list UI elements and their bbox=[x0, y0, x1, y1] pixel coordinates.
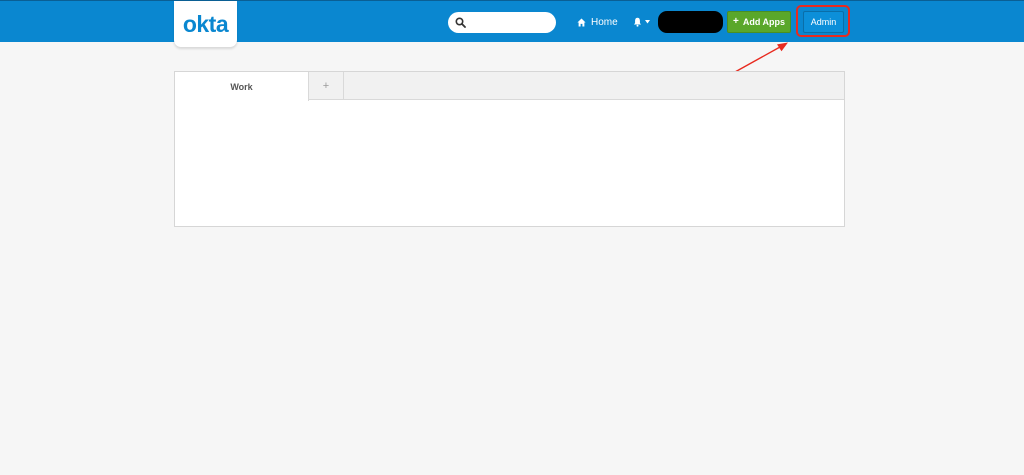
tab-strip: Work + bbox=[175, 72, 844, 101]
search-icon bbox=[455, 17, 466, 28]
home-link[interactable]: Home bbox=[577, 15, 618, 29]
tab-work-label: Work bbox=[230, 81, 253, 92]
notifications-menu[interactable] bbox=[633, 15, 650, 29]
caret-down-icon bbox=[645, 20, 650, 24]
add-tab-icon: + bbox=[322, 80, 330, 92]
tab-work[interactable]: Work bbox=[175, 72, 309, 101]
add-apps-button[interactable]: + Add Apps bbox=[727, 11, 791, 33]
logo-text: okta bbox=[182, 10, 229, 37]
add-apps-label: Add Apps bbox=[742, 17, 785, 27]
okta-logo[interactable]: okta bbox=[174, 1, 237, 47]
home-label: Home bbox=[591, 16, 618, 28]
dashboard-panel: Work + bbox=[174, 71, 845, 227]
user-menu-redacted[interactable] bbox=[658, 11, 723, 33]
top-navigation-bar: okta Home + Add Apps Admin bbox=[0, 0, 1024, 47]
search-input[interactable] bbox=[448, 12, 556, 33]
add-tab-button[interactable]: + bbox=[309, 72, 344, 100]
bell-icon bbox=[633, 17, 642, 27]
plus-icon: + bbox=[732, 16, 739, 27]
home-icon bbox=[577, 17, 586, 27]
admin-highlight-annotation bbox=[796, 5, 850, 37]
